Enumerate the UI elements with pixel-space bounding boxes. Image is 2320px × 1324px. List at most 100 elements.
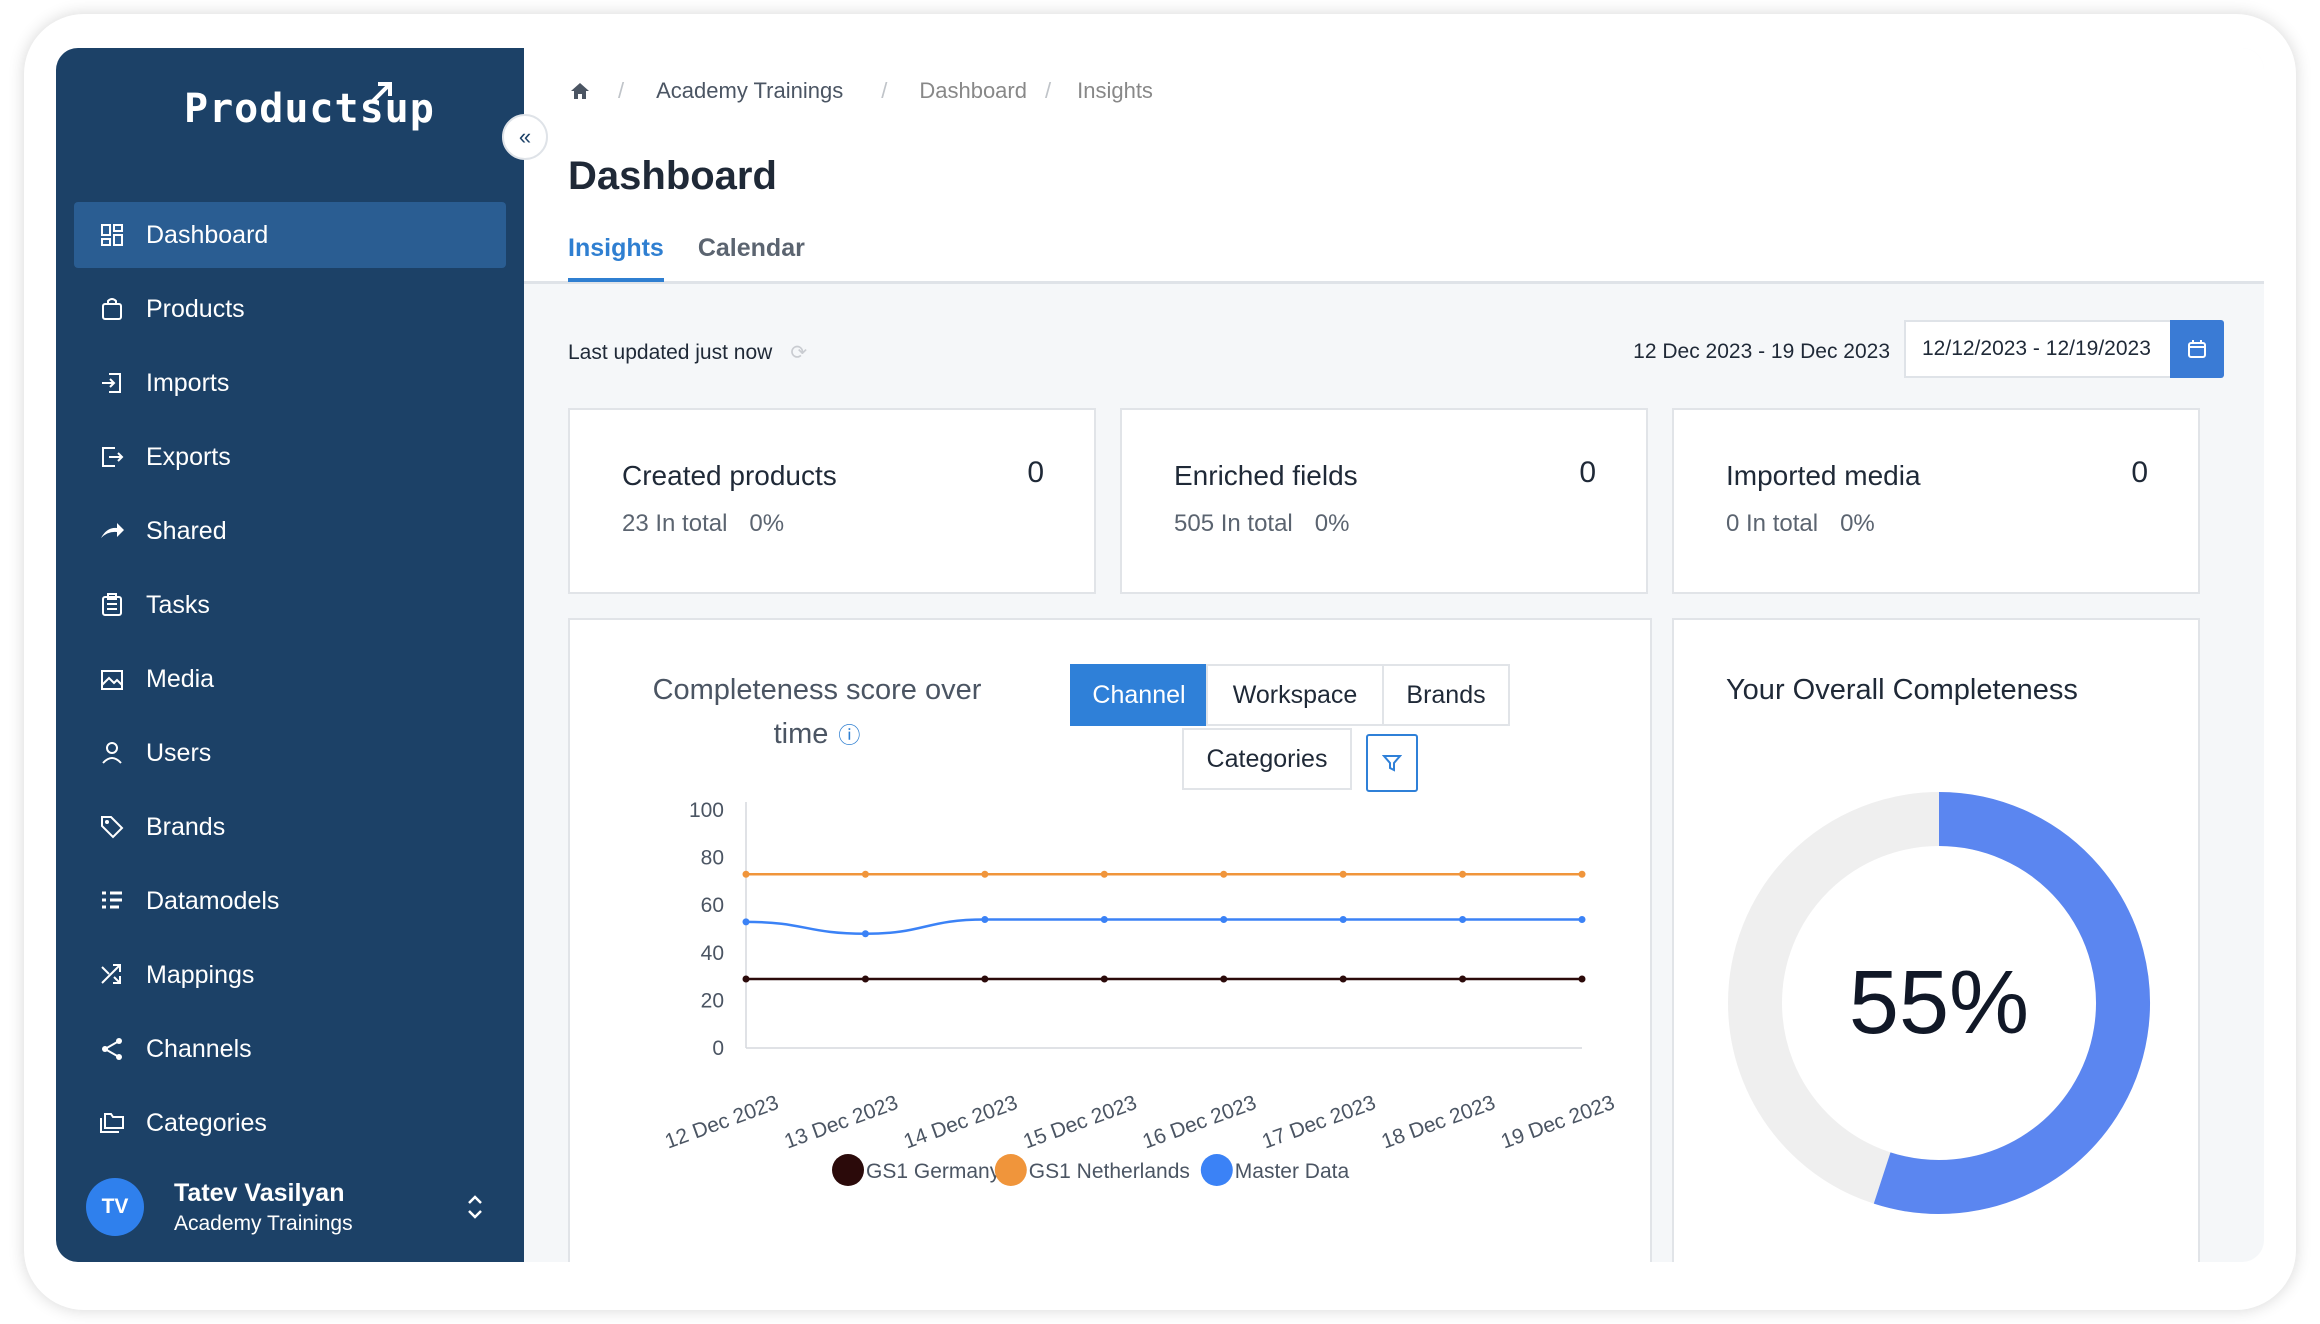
stat-value: 0 bbox=[1027, 456, 1044, 489]
sidebar-item-label: Categories bbox=[146, 1108, 267, 1137]
sidebar-item-dashboard[interactable]: Dashboard bbox=[74, 202, 506, 268]
legend-swatch-master-data[interactable] bbox=[1200, 1154, 1233, 1186]
data-point-gs1-netherlands[interactable] bbox=[1100, 870, 1108, 878]
stat-title: Enriched fields bbox=[1174, 460, 1358, 491]
stat-value: 0 bbox=[1579, 456, 1596, 489]
breadcrumb-academy-trainings[interactable]: Academy Trainings bbox=[656, 78, 843, 104]
user-icon bbox=[98, 739, 126, 767]
stat-title: Created products bbox=[622, 460, 837, 491]
sidebar-item-label: Dashboard bbox=[146, 220, 269, 249]
data-point-gs1-germany[interactable] bbox=[861, 975, 869, 983]
completeness-value: 55% bbox=[1849, 953, 2029, 1053]
stat-percent: 0% bbox=[1840, 510, 1875, 537]
calendar-button[interactable] bbox=[2170, 320, 2224, 378]
collapse-sidebar-button[interactable]: « bbox=[502, 114, 548, 160]
home-icon[interactable] bbox=[568, 79, 592, 103]
filter-icon bbox=[1382, 755, 1402, 772]
sidebar-item-products[interactable]: Products bbox=[74, 276, 506, 342]
productsup-logo: Productsup bbox=[184, 86, 435, 132]
sidebar-item-users[interactable]: Users bbox=[74, 720, 506, 786]
data-point-master-data[interactable] bbox=[1459, 915, 1467, 923]
stat-subtitle: 23 In total 0% bbox=[622, 510, 784, 538]
y-tick-label: 80 bbox=[701, 847, 724, 870]
data-point-gs1-netherlands[interactable] bbox=[742, 870, 750, 878]
sidebar-nav: Dashboard Products Imports Exports Shared Tas… bbox=[74, 202, 506, 1164]
line-chart: 0 20 40 60 80 100 12 Dec 2023 13 Dec 2023 14 Dec… bbox=[662, 799, 1618, 1186]
stat-percent: 0% bbox=[749, 510, 785, 537]
data-point-gs1-netherlands[interactable] bbox=[1578, 870, 1586, 878]
sidebar-item-label: Shared bbox=[146, 516, 227, 545]
help-icon[interactable]: ⓘ bbox=[838, 723, 860, 748]
stat-subtitle: 505 In total 0% bbox=[1174, 510, 1349, 538]
donut-title: Your Overall Completeness bbox=[1726, 674, 2078, 706]
user-org: Academy Trainings bbox=[174, 1211, 353, 1235]
data-point-master-data[interactable] bbox=[861, 930, 869, 938]
x-tick-label: 18 Dec 2023 bbox=[1379, 1091, 1499, 1153]
breadcrumb-dashboard[interactable]: Dashboard bbox=[919, 78, 1027, 104]
legend-label-gs1-germany[interactable]: GS1 Germany bbox=[866, 1160, 1001, 1183]
data-point-gs1-netherlands[interactable] bbox=[1220, 870, 1228, 878]
data-point-gs1-germany[interactable] bbox=[1100, 975, 1108, 983]
data-point-gs1-germany[interactable] bbox=[742, 975, 750, 983]
stat-card-created-products: Created products 0 23 In total 0% bbox=[568, 408, 1096, 594]
data-point-master-data[interactable] bbox=[981, 915, 989, 923]
user-name: Tatev Vasilyan bbox=[174, 1178, 345, 1207]
completeness-chart-card: Completeness score over time ⓘ Channel Wo… bbox=[568, 618, 1652, 1262]
refresh-icon[interactable]: ⟳ bbox=[790, 340, 807, 365]
segment-brands[interactable]: Brands bbox=[1382, 664, 1510, 726]
shuffle-icon bbox=[98, 961, 126, 989]
tab-insights[interactable]: Insights bbox=[568, 234, 664, 282]
legend-swatch-gs1-germany[interactable] bbox=[832, 1154, 864, 1186]
data-point-gs1-netherlands[interactable] bbox=[1339, 870, 1347, 878]
data-point-master-data[interactable] bbox=[1220, 915, 1228, 923]
stat-subtitle: 0 In total 0% bbox=[1726, 510, 1875, 538]
data-point-master-data[interactable] bbox=[1578, 915, 1586, 923]
sidebar-item-mappings[interactable]: Mappings bbox=[74, 942, 506, 1008]
data-point-master-data[interactable] bbox=[742, 918, 750, 926]
tab-calendar[interactable]: Calendar bbox=[698, 234, 805, 282]
legend-label-master-data[interactable]: Master Data bbox=[1235, 1160, 1350, 1183]
main-content: / Academy Trainings / Dashboard / Insigh… bbox=[524, 48, 2264, 1262]
sidebar-item-brands[interactable]: Brands bbox=[74, 794, 506, 860]
segment-workspace[interactable]: Workspace bbox=[1206, 664, 1384, 726]
page-header: / Academy Trainings / Dashboard / Insigh… bbox=[524, 48, 2264, 284]
segment-categories[interactable]: Categories bbox=[1182, 728, 1352, 790]
data-point-gs1-netherlands[interactable] bbox=[861, 870, 869, 878]
sidebar-item-categories[interactable]: Categories bbox=[74, 1090, 506, 1156]
chevron-up-down-icon[interactable] bbox=[466, 1192, 484, 1222]
data-point-gs1-germany[interactable] bbox=[1220, 975, 1228, 983]
data-point-master-data[interactable] bbox=[1339, 915, 1347, 923]
breadcrumb: / Academy Trainings / Dashboard / Insigh… bbox=[568, 78, 1153, 104]
logo-arrow-icon bbox=[370, 82, 392, 104]
data-point-gs1-germany[interactable] bbox=[1459, 975, 1467, 983]
x-tick-label: 17 Dec 2023 bbox=[1259, 1091, 1379, 1153]
user-switcher[interactable]: TV Tatev Vasilyan Academy Trainings bbox=[86, 1174, 506, 1240]
stat-card-enriched-fields: Enriched fields 0 505 In total 0% bbox=[1120, 408, 1648, 594]
date-range-label: 12 Dec 2023 - 19 Dec 2023 bbox=[1633, 340, 1890, 363]
sidebar-item-tasks[interactable]: Tasks bbox=[74, 572, 506, 638]
data-point-gs1-netherlands[interactable] bbox=[981, 870, 989, 878]
data-point-gs1-netherlands[interactable] bbox=[1459, 870, 1467, 878]
sidebar-item-imports[interactable]: Imports bbox=[74, 350, 506, 416]
segment-channel[interactable]: Channel bbox=[1070, 664, 1208, 726]
sidebar-item-exports[interactable]: Exports bbox=[74, 424, 506, 490]
image-icon bbox=[98, 665, 126, 693]
data-point-gs1-germany[interactable] bbox=[1339, 975, 1347, 983]
page-title: Dashboard bbox=[568, 154, 777, 198]
series-line-master-data bbox=[745, 918, 1582, 936]
legend-label-gs1-netherlands[interactable]: GS1 Netherlands bbox=[1029, 1160, 1190, 1183]
completeness-donut: 55% bbox=[1728, 792, 2150, 1214]
last-updated-text: Last updated just now bbox=[568, 340, 773, 364]
x-tick-label: 16 Dec 2023 bbox=[1140, 1091, 1260, 1153]
legend-swatch-gs1-netherlands[interactable] bbox=[994, 1154, 1027, 1186]
sidebar-item-media[interactable]: Media bbox=[74, 646, 506, 712]
filter-button[interactable] bbox=[1366, 734, 1418, 792]
sidebar-item-channels[interactable]: Channels bbox=[74, 1016, 506, 1082]
sidebar-item-shared[interactable]: Shared bbox=[74, 498, 506, 564]
data-point-gs1-germany[interactable] bbox=[1578, 975, 1586, 983]
sidebar-item-datamodels[interactable]: Datamodels bbox=[74, 868, 506, 934]
data-point-master-data[interactable] bbox=[1100, 915, 1108, 923]
sidebar-item-label: Datamodels bbox=[146, 886, 280, 915]
data-point-gs1-germany[interactable] bbox=[981, 975, 989, 983]
date-range-input[interactable] bbox=[1904, 320, 2172, 378]
